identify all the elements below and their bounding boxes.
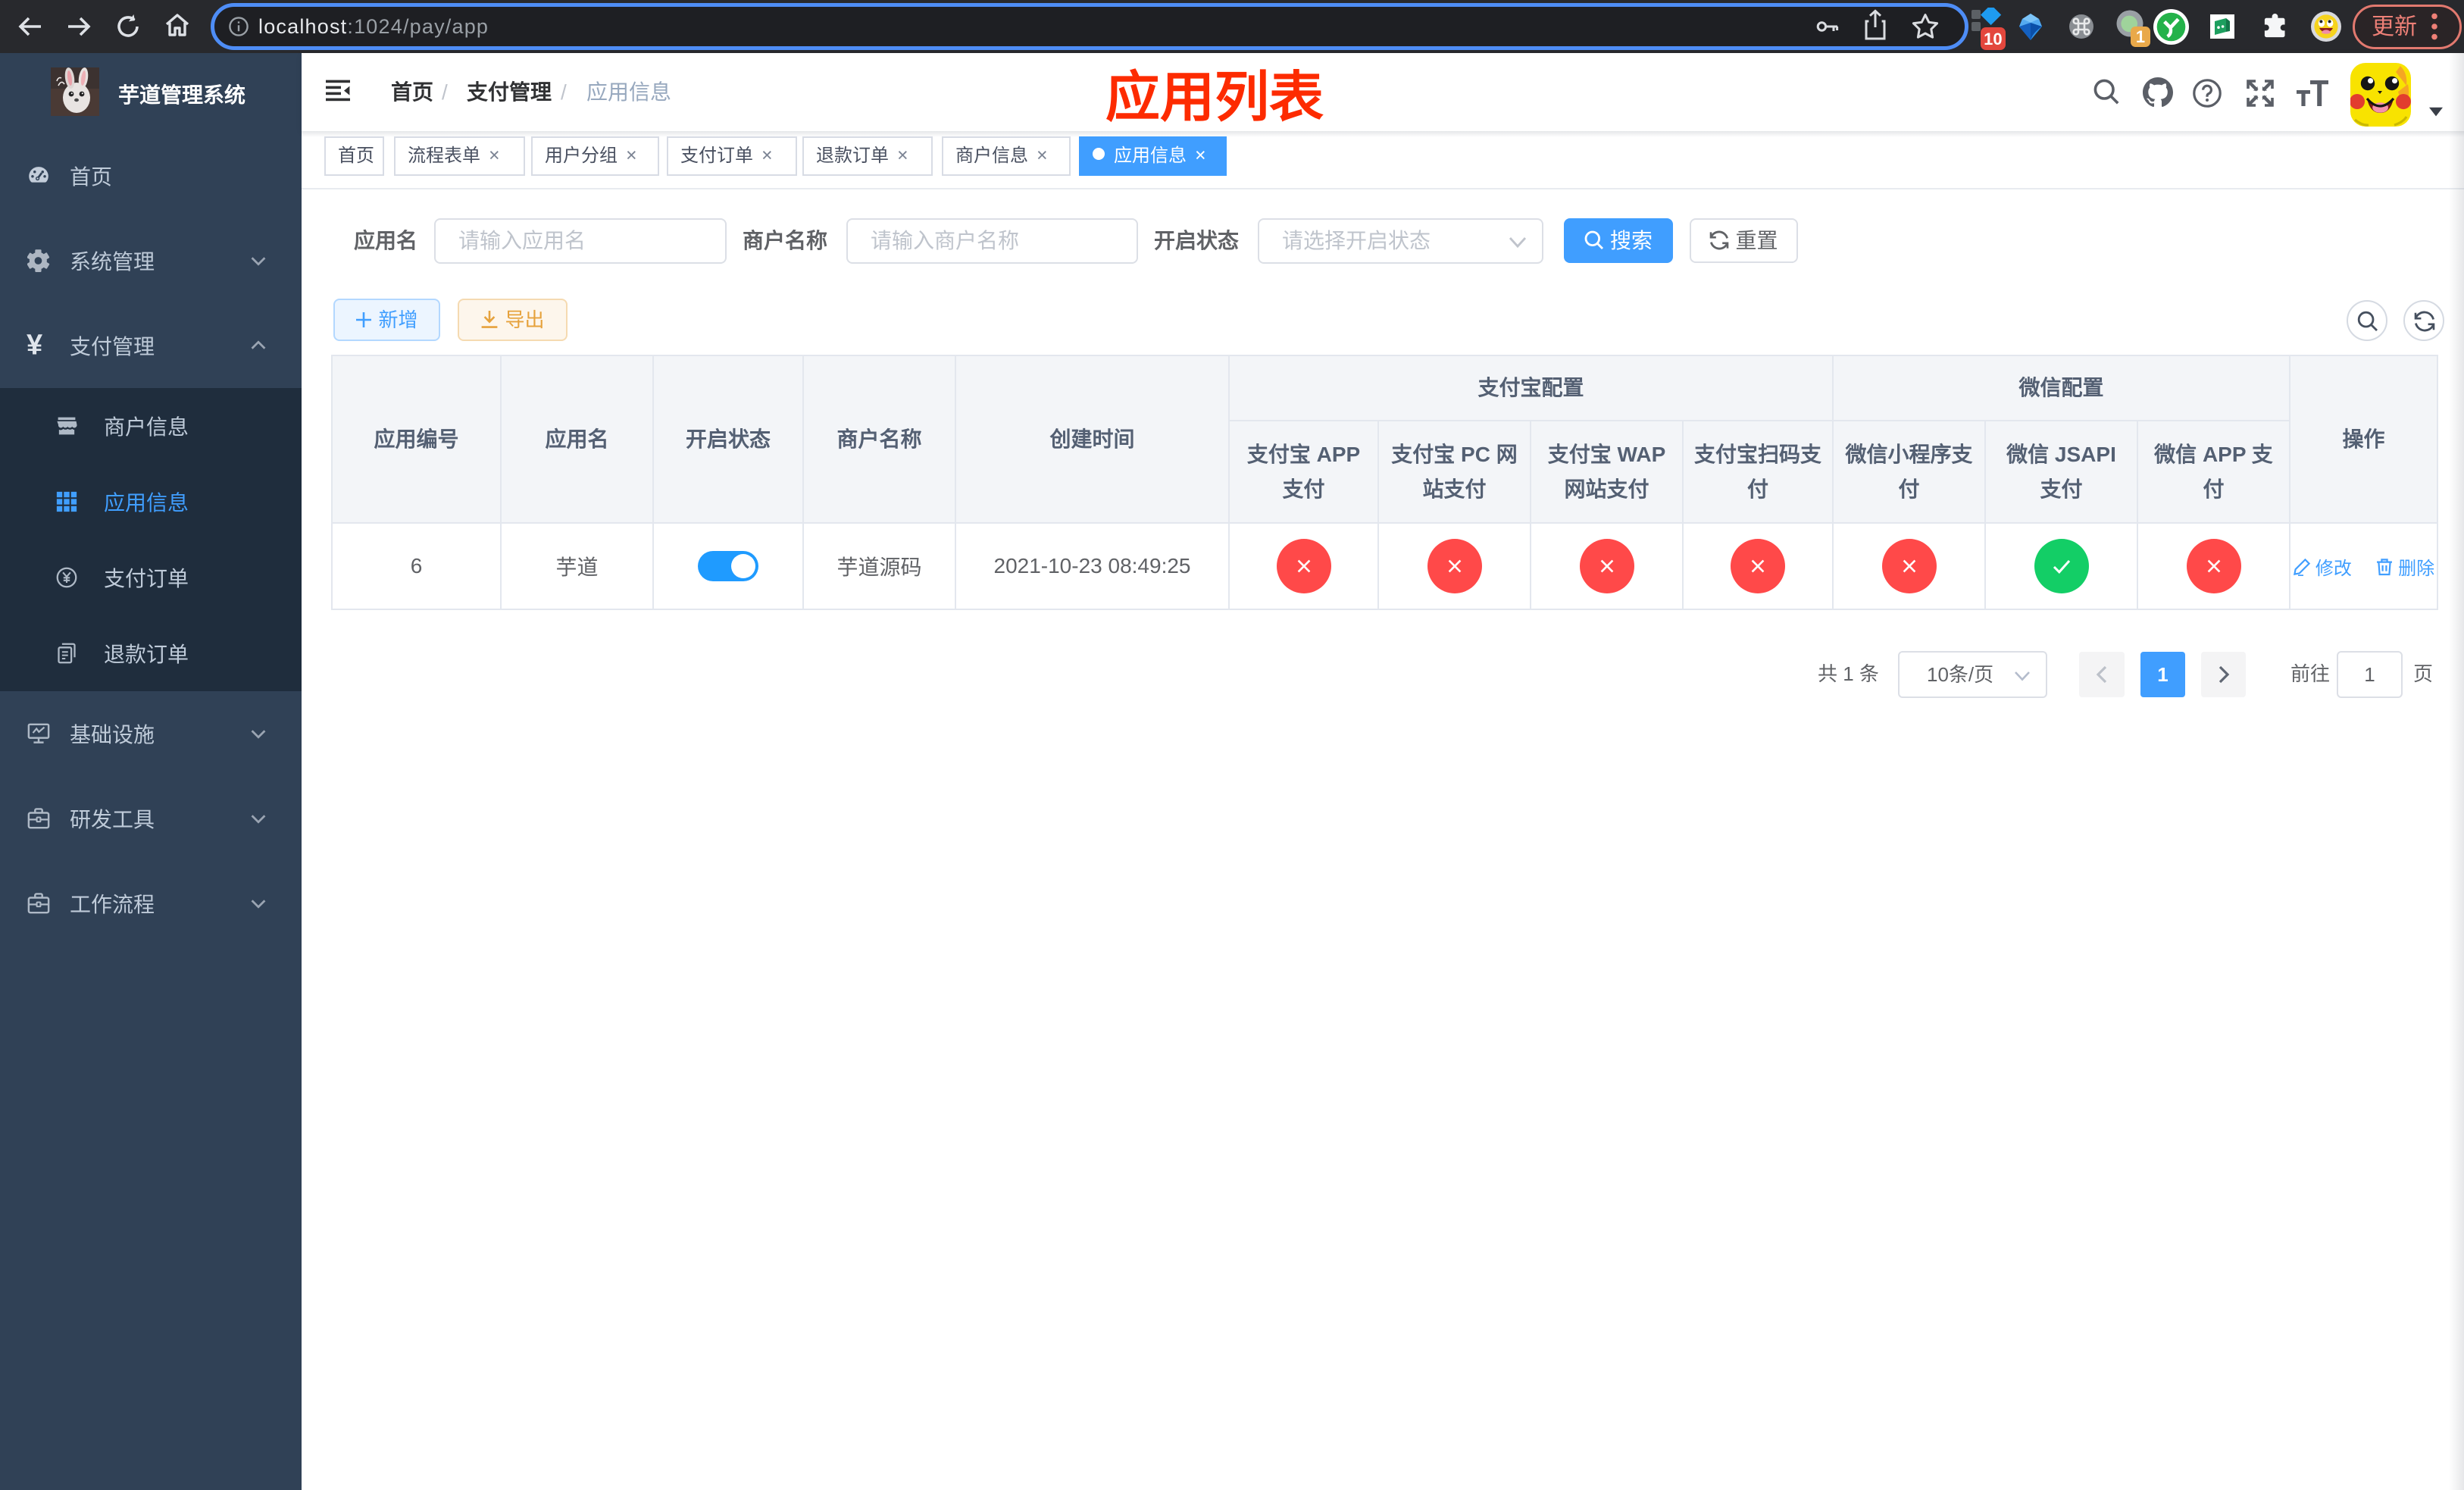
svg-text:1: 1: [2136, 27, 2145, 46]
svg-text:10: 10: [1984, 30, 2002, 49]
